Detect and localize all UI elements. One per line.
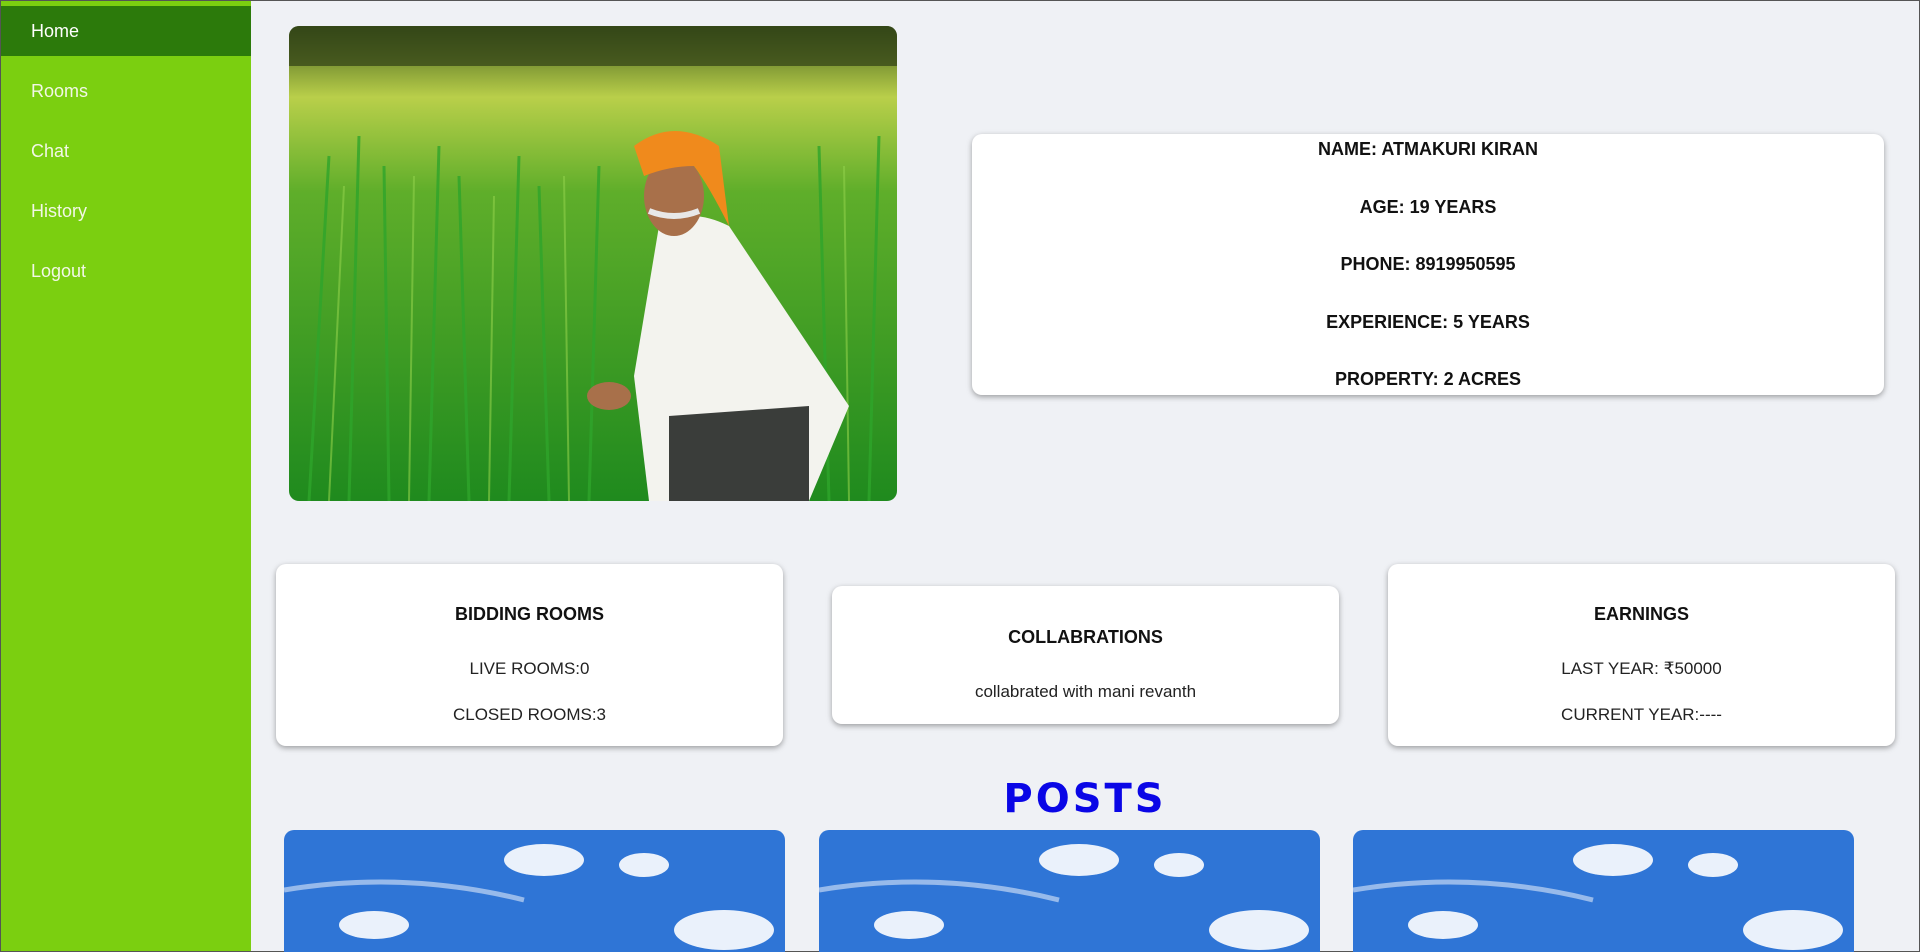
- earnings-last-year: LAST YEAR: ₹50000: [1561, 659, 1722, 678]
- post-image[interactable]: [819, 830, 1320, 952]
- sidebar-item-rooms[interactable]: Rooms: [1, 66, 251, 116]
- farmer-photo-illustration: [289, 26, 897, 501]
- post-image[interactable]: [284, 830, 785, 952]
- profile-property: PROPERTY: 2 ACRES: [1334, 369, 1522, 389]
- main-content: NAME: ATMAKURI KIRAN AGE: 19 YEARS PHONE…: [251, 1, 1919, 952]
- collaborations-title: COLLABRATIONS: [1008, 627, 1163, 647]
- earnings-card: EARNINGS LAST YEAR: ₹50000 CURRENT YEAR:…: [1388, 564, 1895, 746]
- sidebar-item-logout[interactable]: Logout: [1, 246, 251, 296]
- profile-name: NAME: ATMAKURI KIRAN: [1318, 139, 1538, 159]
- live-rooms-count: LIVE ROOMS:0: [469, 659, 590, 678]
- collaborations-text: collabrated with mani revanth: [974, 682, 1197, 701]
- profile-info-card: NAME: ATMAKURI KIRAN AGE: 19 YEARS PHONE…: [972, 134, 1884, 395]
- sky-image: [1353, 830, 1854, 952]
- sky-image: [284, 830, 785, 952]
- sidebar: Home Rooms Chat History Logout: [1, 1, 251, 951]
- posts-heading: POSTS: [1003, 776, 1167, 822]
- collaborations-card: COLLABRATIONS collabrated with mani reva…: [832, 586, 1339, 724]
- sidebar-item-chat[interactable]: Chat: [1, 126, 251, 176]
- post-image[interactable]: [1353, 830, 1854, 952]
- profile-experience: EXPERIENCE: 5 YEARS: [1326, 311, 1530, 332]
- earnings-title: EARNINGS: [1593, 604, 1689, 624]
- bidding-rooms-card: BIDDING ROOMS LIVE ROOMS:0 CLOSED ROOMS:…: [276, 564, 783, 746]
- closed-rooms-count: CLOSED ROOMS:3: [452, 705, 607, 724]
- profile-phone: PHONE: 8919950595: [1340, 254, 1516, 274]
- sidebar-item-history[interactable]: History: [1, 186, 251, 236]
- earnings-current-year: CURRENT YEAR:----: [1561, 705, 1722, 724]
- sky-image: [819, 830, 1320, 952]
- profile-photo: [289, 26, 897, 501]
- bidding-rooms-title: BIDDING ROOMS: [454, 604, 604, 624]
- profile-age: AGE: 19 YEARS: [1359, 196, 1497, 217]
- sidebar-item-home[interactable]: Home: [1, 6, 251, 56]
